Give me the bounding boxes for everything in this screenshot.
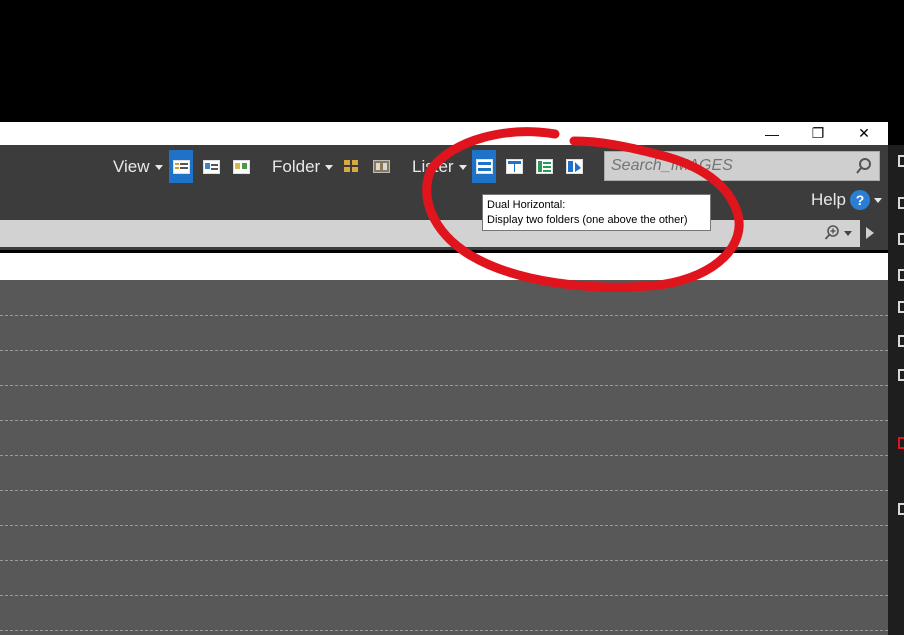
details-view-button[interactable] [169,150,193,183]
view-menu[interactable]: View [113,156,163,178]
sidebar-item-icon[interactable] [898,503,904,515]
details-view-icon [172,159,190,174]
chevron-down-icon [844,230,852,236]
thumbnails-view-button[interactable] [229,150,253,183]
go-arrow-icon[interactable] [866,227,874,239]
restore-icon: ❐ [811,125,825,141]
chevron-down-icon [325,164,334,170]
list-row[interactable] [0,350,888,351]
sidebar-item-icon[interactable] [898,437,904,449]
list-row[interactable] [0,420,888,421]
folder-split-button[interactable] [369,150,393,183]
search-box[interactable] [604,151,880,181]
list-row[interactable] [0,455,888,456]
tree-layout-button[interactable] [532,150,556,183]
tooltip-description: Display two folders (one above the other… [487,214,688,226]
help-menu[interactable]: Help ? [811,190,882,210]
list-row[interactable] [0,490,888,491]
right-sidebar [888,145,904,635]
list-row[interactable] [0,595,888,596]
sidebar-item-icon[interactable] [898,301,904,313]
close-icon: ✕ [858,125,870,141]
lister-menu-label: Lister [412,157,454,176]
viewer-layout-button[interactable] [562,150,586,183]
sidebar-item-icon[interactable] [898,335,904,347]
minimize-button[interactable]: — [749,122,795,145]
power-view-button[interactable] [199,150,223,183]
list-row[interactable] [0,385,888,386]
sidebar-item-icon[interactable] [898,197,904,209]
dual-vertical-button[interactable] [502,150,526,183]
chevron-down-icon [154,164,163,170]
sidebar-item-icon[interactable] [898,155,904,167]
view-menu-label: View [113,157,150,176]
list-row[interactable] [0,630,888,631]
folder-tree-icon [343,160,358,172]
zoom-icon [824,225,839,240]
close-button[interactable]: ✕ [841,122,887,145]
tree-layout-icon [535,159,553,174]
restore-button[interactable]: ❐ [795,122,841,145]
column-header-strip [0,253,888,280]
dual-vertical-icon [505,159,523,174]
sidebar-item-icon[interactable] [898,369,904,381]
tooltip: Dual Horizontal: Display two folders (on… [482,194,711,231]
search-input[interactable] [605,152,857,180]
thumbnails-view-icon [232,159,250,174]
viewer-layout-icon [565,159,583,174]
help-icon: ? [849,190,870,210]
location-bar [0,218,888,250]
folder-menu-label: Folder [272,157,321,176]
list-row[interactable] [0,315,888,316]
dual-horizontal-icon [475,159,493,174]
file-list[interactable] [0,280,888,635]
minimize-icon: — [765,125,779,142]
location-field[interactable] [0,220,860,247]
help-menu-label: Help [811,190,846,209]
search-icon[interactable] [855,157,873,175]
chevron-down-icon [458,164,467,170]
sidebar-item-icon[interactable] [898,269,904,281]
zoom-dropdown[interactable] [824,225,852,241]
chevron-down-icon [873,197,882,203]
folder-split-icon [372,160,390,173]
list-row[interactable] [0,525,888,526]
sidebar-item-icon[interactable] [898,233,904,245]
folder-tree-button[interactable] [339,150,363,183]
list-row[interactable] [0,560,888,561]
toolbar: View Folder Lister Help ? [0,145,888,218]
title-bar: — ❐ ✕ [0,122,888,145]
folder-menu[interactable]: Folder [272,156,334,178]
dual-horizontal-button[interactable] [472,150,496,183]
lister-menu[interactable]: Lister [412,156,467,178]
power-view-icon [202,159,220,174]
tooltip-title: Dual Horizontal: [487,199,566,211]
